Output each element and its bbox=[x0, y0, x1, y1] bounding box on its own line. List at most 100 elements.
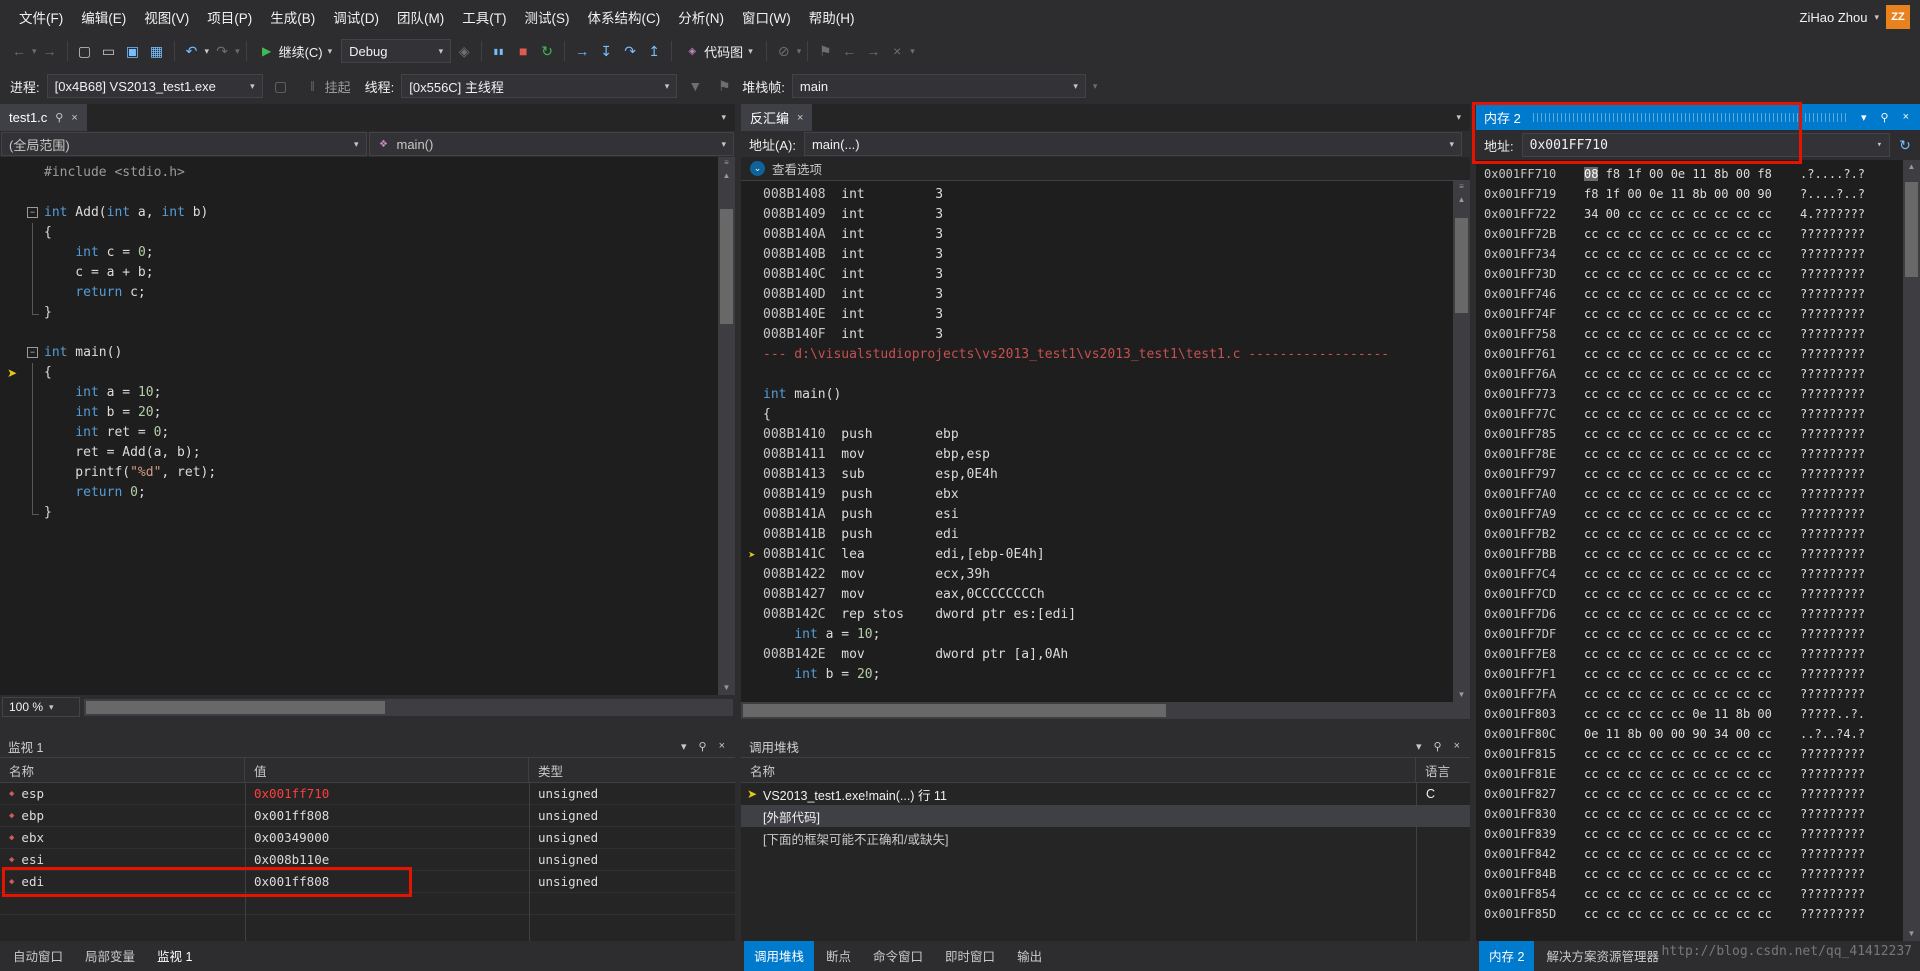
avatar[interactable]: ZZ bbox=[1886, 5, 1910, 29]
disassembly-line[interactable]: 008B1427 mov eax,0CCCCCCCCh bbox=[741, 585, 1470, 605]
stack-frame-combo[interactable]: main ▾ bbox=[791, 74, 1086, 98]
disassembly-line[interactable]: 008B140A int 3 bbox=[741, 225, 1470, 245]
expander-icon[interactable]: ⌄ bbox=[750, 161, 765, 176]
disassembly-line[interactable]: 008B141A push esi bbox=[741, 505, 1470, 525]
menu-item[interactable]: 分析(N) bbox=[669, 2, 733, 32]
chevron-down-icon[interactable]: ▾ bbox=[797, 46, 802, 57]
undo-dropdown-icon[interactable]: ▾ bbox=[205, 46, 210, 57]
memory-row[interactable]: 0x001FF827 cc cc cc cc cc cc cc cc cc????… bbox=[1484, 784, 1920, 804]
watch-row[interactable]: ◆ esp 0x001ff710 unsigned bbox=[0, 783, 735, 805]
pin-icon[interactable]: ⚲ bbox=[55, 111, 63, 124]
menu-item[interactable]: 编辑(E) bbox=[72, 2, 135, 32]
scrollbar-thumb[interactable] bbox=[1455, 218, 1468, 313]
disassembly-vertical-scrollbar[interactable]: ▲ ▼ bbox=[1453, 193, 1470, 702]
undo-icon[interactable]: ↶ bbox=[181, 40, 203, 62]
disassembly-line[interactable]: 008B140C int 3 bbox=[741, 265, 1470, 285]
callstack-panel-header[interactable]: 调用堆栈 ▾ ⚲ × bbox=[741, 735, 1470, 758]
memory-row[interactable]: 0x001FF842 cc cc cc cc cc cc cc cc cc????… bbox=[1484, 844, 1920, 864]
process-combo[interactable]: [0x4B68] VS2013_test1.exe ▾ bbox=[46, 74, 263, 98]
disassembly-line[interactable]: --- d:\visualstudioprojects\vs2013_test1… bbox=[741, 345, 1470, 365]
memory-panel-header[interactable]: 内存 2 ▾ ⚲ × bbox=[1476, 104, 1920, 130]
watch-row[interactable] bbox=[0, 893, 735, 915]
column-header-name[interactable]: 名称 bbox=[741, 758, 1416, 782]
scrollbar-thumb[interactable] bbox=[86, 700, 385, 714]
menu-item[interactable]: 项目(P) bbox=[198, 2, 261, 32]
memory-row[interactable]: 0x001FF80C 0e 11 8b 00 00 90 34 00 cc..?.… bbox=[1484, 724, 1920, 744]
horizontal-splitter[interactable] bbox=[0, 719, 735, 735]
memory-row[interactable]: 0x001FF85D cc cc cc cc cc cc cc cc cc????… bbox=[1484, 904, 1920, 924]
codemap-button[interactable]: ◈ 代码图 ▾ bbox=[678, 37, 760, 65]
disassembly-address-combo[interactable]: main(...) ▾ bbox=[803, 132, 1462, 156]
tab-list-dropdown-icon[interactable]: ▾ bbox=[1447, 104, 1470, 131]
memory-row[interactable]: 0x001FF7F1 cc cc cc cc cc cc cc cc cc????… bbox=[1484, 664, 1920, 684]
pause-icon[interactable]: ▮▮ bbox=[488, 40, 510, 62]
memory-row[interactable]: 0x001FF77C cc cc cc cc cc cc cc cc cc????… bbox=[1484, 404, 1920, 424]
panel-tab[interactable]: 命令窗口 bbox=[863, 940, 933, 971]
memory-row[interactable]: 0x001FF7E8 cc cc cc cc cc cc cc cc cc????… bbox=[1484, 644, 1920, 664]
column-header-type[interactable]: 类型 bbox=[529, 758, 735, 782]
disassembly-line[interactable]: { bbox=[741, 405, 1470, 425]
save-all-icon[interactable]: ▦ bbox=[146, 40, 168, 62]
disassembly-line[interactable]: 008B1422 mov ecx,39h bbox=[741, 565, 1470, 585]
memory-row[interactable]: 0x001FF7A9 cc cc cc cc cc cc cc cc cc????… bbox=[1484, 504, 1920, 524]
code-editor[interactable]: #include <stdio.h> − int Add(int a, int b)… bbox=[0, 157, 735, 695]
menu-item[interactable]: 帮助(H) bbox=[800, 2, 864, 32]
prev-bookmark-icon[interactable]: ← bbox=[838, 40, 860, 62]
disassembly-line[interactable]: 008B140E int 3 bbox=[741, 305, 1470, 325]
disassembly-line[interactable]: 008B1410 push ebp bbox=[741, 425, 1470, 445]
pin-icon[interactable]: ⚲ bbox=[1878, 111, 1892, 124]
selected-byte[interactable]: 08 bbox=[1584, 167, 1599, 181]
memory-row[interactable]: 0x001FF797 cc cc cc cc cc cc cc cc cc????… bbox=[1484, 464, 1920, 484]
memory-row[interactable]: 0x001FF7CD cc cc cc cc cc cc cc cc cc????… bbox=[1484, 584, 1920, 604]
stop-debugging-icon[interactable]: ■ bbox=[512, 40, 534, 62]
memory-row[interactable]: 0x001FF773 cc cc cc cc cc cc cc cc cc????… bbox=[1484, 384, 1920, 404]
menu-item[interactable]: 视图(V) bbox=[135, 2, 198, 32]
panel-tab[interactable]: 解决方案资源管理器 bbox=[1536, 940, 1669, 971]
memory-row[interactable]: 0x001FF734 cc cc cc cc cc cc cc cc cc????… bbox=[1484, 244, 1920, 264]
editor-vertical-scrollbar[interactable]: ▲ ▼ bbox=[718, 169, 735, 695]
disassembly-line[interactable]: int main() bbox=[741, 385, 1470, 405]
close-icon[interactable]: × bbox=[717, 740, 727, 752]
refresh-icon[interactable]: ↻ bbox=[1898, 134, 1912, 156]
menu-item[interactable]: 生成(B) bbox=[261, 2, 324, 32]
panel-tab[interactable]: 局部变量 bbox=[75, 940, 145, 971]
scrollbar-thumb[interactable] bbox=[1905, 182, 1918, 277]
close-icon[interactable]: × bbox=[1452, 740, 1462, 752]
column-header-value[interactable]: 值 bbox=[245, 758, 529, 782]
scope-combo[interactable]: (全局范围) ▾ bbox=[1, 132, 367, 156]
disassembly-line[interactable]: 008B140F int 3 bbox=[741, 325, 1470, 345]
disassembly-line[interactable]: 008B1419 push ebx bbox=[741, 485, 1470, 505]
step-into-icon[interactable]: ↧ bbox=[595, 40, 617, 62]
suspend-thread-button[interactable]: ∥ 挂起 bbox=[299, 72, 358, 100]
column-divider[interactable] bbox=[529, 783, 530, 941]
disassembly-line[interactable]: 008B1411 mov ebp,esp bbox=[741, 445, 1470, 465]
function-combo[interactable]: ❖ main() ▾ bbox=[368, 132, 734, 156]
memory-address-combo[interactable]: 0x001FF710 ▾ bbox=[1521, 133, 1890, 157]
disable-breakpoints-icon[interactable]: ⊘ bbox=[773, 40, 795, 62]
disassembly-line[interactable]: 008B141B push edi bbox=[741, 525, 1470, 545]
column-header-name[interactable]: 名称 bbox=[0, 758, 245, 782]
scroll-up-icon[interactable]: ▲ bbox=[1903, 160, 1920, 174]
restart-icon[interactable]: ↻ bbox=[536, 40, 558, 62]
menu-item[interactable]: 体系结构(C) bbox=[579, 2, 670, 32]
watch-row[interactable]: ◆ esi 0x008b110e unsigned bbox=[0, 849, 735, 871]
clear-bookmarks-icon[interactable]: × bbox=[886, 40, 908, 62]
thread-combo[interactable]: [0x556C] 主线程 ▾ bbox=[401, 74, 678, 98]
disassembly-line[interactable]: ➤ 008B141C lea edi,[ebp-0E4h] bbox=[741, 545, 1470, 565]
memory-row[interactable]: 0x001FF73D cc cc cc cc cc cc cc cc cc????… bbox=[1484, 264, 1920, 284]
memory-row[interactable]: 0x001FF7C4 cc cc cc cc cc cc cc cc cc????… bbox=[1484, 564, 1920, 584]
disassembly-line[interactable]: 008B142C rep stos dword ptr es:[edi] bbox=[741, 605, 1470, 625]
chevron-down-icon[interactable]: ▾ bbox=[1874, 12, 1879, 23]
memory-row[interactable]: 0x001FF7B2 cc cc cc cc cc cc cc cc cc????… bbox=[1484, 524, 1920, 544]
disassembly-line[interactable]: int b = 20; bbox=[741, 665, 1470, 685]
menu-item[interactable]: 工具(T) bbox=[453, 2, 515, 32]
horizontal-splitter[interactable] bbox=[741, 719, 1470, 735]
zoom-combo[interactable]: 100 % ▾ bbox=[2, 697, 80, 717]
pin-icon[interactable]: ⚲ bbox=[697, 740, 709, 753]
memory-row[interactable]: 0x001FF746 cc cc cc cc cc cc cc cc cc????… bbox=[1484, 284, 1920, 304]
redo-icon[interactable]: ↷ bbox=[211, 40, 233, 62]
show-next-statement-icon[interactable]: → bbox=[571, 40, 593, 62]
watch-row[interactable]: ◆ edi 0x001ff808 unsigned bbox=[0, 871, 735, 893]
memory-row[interactable]: 0x001FF719 f8 1f 00 0e 11 8b 00 00 90?...… bbox=[1484, 184, 1920, 204]
memory-row[interactable]: 0x001FF830 cc cc cc cc cc cc cc cc cc????… bbox=[1484, 804, 1920, 824]
